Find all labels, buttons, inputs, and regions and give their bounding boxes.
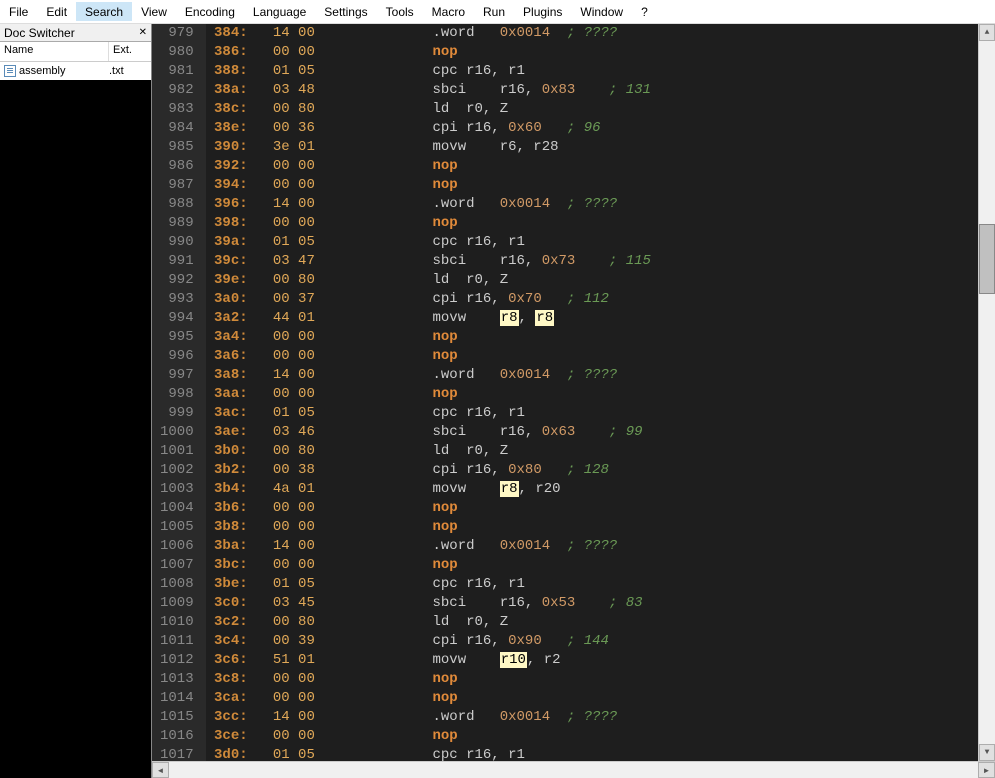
menu-encoding[interactable]: Encoding (176, 2, 244, 21)
horizontal-scrollbar[interactable]: ◄ ► (152, 761, 995, 778)
menu-settings[interactable]: Settings (315, 2, 376, 21)
menu-language[interactable]: Language (244, 2, 315, 21)
vscroll-track[interactable] (979, 41, 995, 744)
doc-switcher-title: Doc Switcher (4, 26, 75, 40)
menu-macro[interactable]: Macro (423, 2, 474, 21)
scroll-right-icon[interactable]: ► (978, 762, 995, 778)
hscroll-track[interactable] (169, 762, 978, 778)
menu-edit[interactable]: Edit (37, 2, 76, 21)
menu-tools[interactable]: Tools (377, 2, 423, 21)
menu-help[interactable]: ? (632, 2, 657, 21)
code-content[interactable]: 384: 14 00 .word 0x0014 ; ???? 386: 00 0… (206, 24, 978, 761)
file-name: assembly (19, 65, 65, 77)
editor: 979 980 981 982 983 984 985 986 987 988 … (152, 24, 995, 778)
doc-switcher-header-ext[interactable]: Ext. (109, 42, 151, 61)
doc-switcher-row[interactable]: assembly .txt (0, 62, 151, 80)
menu-window[interactable]: Window (571, 2, 632, 21)
scroll-left-icon[interactable]: ◄ (152, 762, 169, 778)
menu-plugins[interactable]: Plugins (514, 2, 571, 21)
vertical-scrollbar[interactable]: ▲ ▼ (978, 24, 995, 761)
scroll-down-icon[interactable]: ▼ (979, 744, 995, 761)
menu-run[interactable]: Run (474, 2, 514, 21)
file-ext: .txt (109, 65, 147, 77)
file-icon (4, 65, 16, 77)
menu-search[interactable]: Search (76, 2, 132, 21)
doc-switcher-panel: Doc Switcher ✕ Name Ext. assembly .txt (0, 24, 152, 778)
menubar: FileEditSearchViewEncodingLanguageSettin… (0, 0, 995, 24)
line-number-gutter: 979 980 981 982 983 984 985 986 987 988 … (152, 24, 206, 761)
main-area: Doc Switcher ✕ Name Ext. assembly .txt 97… (0, 24, 995, 778)
menu-view[interactable]: View (132, 2, 176, 21)
sidebar-empty (0, 80, 151, 778)
menu-file[interactable]: File (0, 2, 37, 21)
code-area[interactable]: 979 980 981 982 983 984 985 986 987 988 … (152, 24, 995, 761)
doc-switcher-list: assembly .txt (0, 62, 151, 80)
doc-switcher-headers: Name Ext. (0, 42, 151, 62)
doc-switcher-header-name[interactable]: Name (0, 42, 109, 61)
close-icon[interactable]: ✕ (139, 27, 147, 38)
doc-switcher-titlebar[interactable]: Doc Switcher ✕ (0, 24, 151, 42)
scroll-up-icon[interactable]: ▲ (979, 24, 995, 41)
vscroll-thumb[interactable] (979, 224, 995, 294)
